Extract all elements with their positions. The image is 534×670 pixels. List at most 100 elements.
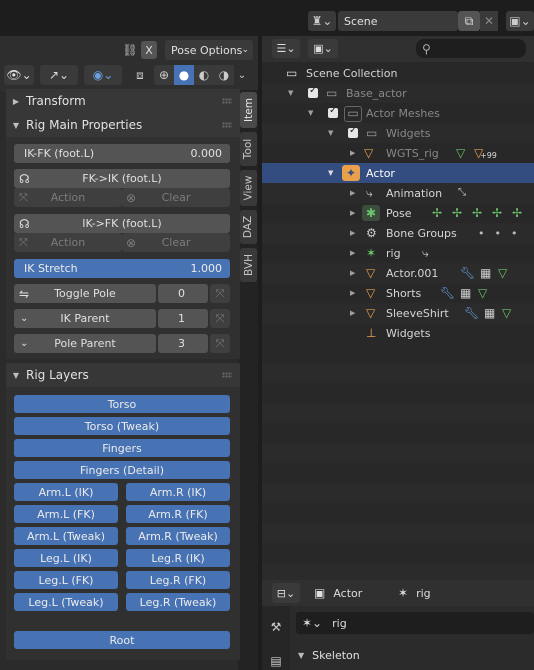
render-icon[interactable]: ▤ — [266, 652, 286, 670]
skeleton-panel-header[interactable]: ▼ Skeleton — [296, 644, 534, 666]
layer-arm-r-fk-button[interactable]: Arm.R (FK) — [126, 505, 230, 523]
layer-leg-l-ik-button[interactable]: Leg.L (IK) — [14, 549, 118, 567]
checkbox-icon[interactable] — [328, 105, 338, 118]
fk-to-ik-action-button[interactable]: ⤧ Action — [14, 188, 122, 207]
layer-label: Arm.R (IK) — [149, 485, 207, 499]
scene-field[interactable]: Scene — [338, 11, 458, 31]
outliner-row-actor-meshes[interactable]: ▼ ▭ Actor Meshes — [262, 103, 534, 123]
overlay-icon[interactable]: ◉⌄ — [84, 65, 122, 85]
fk-to-ik-button[interactable]: ☊ FK->IK (foot.L) — [14, 169, 230, 188]
layer-leg-l-fk-button[interactable]: Leg.L (FK) — [14, 571, 118, 589]
outliner-row-widgets-empty[interactable]: ⊥ Widgets — [262, 323, 534, 343]
layer-arm-l-fk-button[interactable]: Arm.L (FK) — [14, 505, 118, 523]
shading-material-icon[interactable]: ◐ — [194, 65, 214, 85]
close-scene-icon[interactable]: ✕ — [480, 11, 498, 31]
drag-handle-icon[interactable] — [222, 122, 232, 128]
shading-solid-icon[interactable]: ● — [174, 65, 194, 85]
action-label: Action — [50, 236, 86, 249]
shading-wire-icon[interactable]: ⊕ — [154, 65, 174, 85]
layer-leg-r-tweak-button[interactable]: Leg.R (Tweak) — [126, 593, 230, 611]
armature-data-field[interactable]: ✶⌄ rig — [296, 612, 534, 634]
tab-view[interactable]: View — [240, 170, 257, 206]
collapsed-arrow-icon: ▶ — [350, 249, 356, 257]
keyframe-icon: ⤧ — [215, 286, 225, 300]
outliner-row-bone-groups[interactable]: ▶ ⚙ Bone Groups ••• — [262, 223, 534, 243]
layer-arm-r-ik-button[interactable]: Arm.R (IK) — [126, 483, 230, 501]
tab-item[interactable]: Item — [240, 92, 257, 128]
toggle-pole-button[interactable]: ⇋ Toggle Pole — [14, 284, 156, 303]
ik-parent-dropdown[interactable]: ⌄ IK Parent — [14, 309, 156, 328]
outliner-row-sleeveshirt[interactable]: ▶ ▽ SleeveShirt 🔧︎ ▦ ▽ — [262, 303, 534, 323]
keyframe-button[interactable]: ⤧ — [210, 334, 230, 353]
wrench-icon: 🔧︎ — [460, 266, 476, 280]
layer-arm-l-ik-button[interactable]: Arm.L (IK) — [14, 483, 118, 501]
layer-fingers-detail-button[interactable]: Fingers (Detail) — [14, 461, 230, 479]
mirror-x-button[interactable]: X — [141, 41, 157, 59]
outliner-row-wgts-rig[interactable]: ▶ ▽ WGTS_rig ▽ ▽ +99 — [262, 143, 534, 163]
fk-to-ik-clear-button[interactable]: ⊗ Clear — [122, 188, 230, 207]
layer-leg-r-ik-button[interactable]: Leg.R (IK) — [126, 549, 230, 567]
drag-handle-icon[interactable] — [222, 372, 232, 378]
layer-fingers-button[interactable]: Fingers — [14, 439, 230, 457]
outliner-row-rig[interactable]: ▶ ✶ rig ⤷ — [262, 243, 534, 263]
keyframe-button[interactable]: ⤧ — [210, 284, 230, 303]
data-breadcrumb[interactable]: ✶ rig — [398, 583, 478, 603]
copy-scene-icon[interactable]: ⧉ — [458, 11, 480, 31]
tab-bvh[interactable]: BVH — [240, 248, 257, 282]
ik-to-fk-clear-button[interactable]: ⊗ Clear — [122, 233, 230, 252]
outliner-row-scene-collection[interactable]: ▭ Scene Collection — [262, 63, 534, 83]
ik-to-fk-button[interactable]: ☊ IK->FK (foot.L) — [14, 214, 230, 233]
layer-root-button[interactable]: Root — [14, 631, 230, 649]
checkbox-icon[interactable] — [308, 85, 318, 98]
rig-layers-panel-header[interactable]: ▼ Rig Layers — [6, 363, 240, 387]
shading-options-icon[interactable]: ⌄ — [234, 65, 250, 85]
expanded-arrow-icon: ▼ — [12, 370, 20, 380]
toggle-pole-value-field[interactable]: 0 — [158, 284, 208, 303]
xray-icon[interactable]: ⛓ — [121, 41, 139, 59]
ik-parent-value-field[interactable]: 1 — [158, 309, 208, 328]
pose-options-dropdown[interactable]: Pose Options ⌄ — [165, 40, 253, 60]
collection-icon: ▭ — [366, 126, 378, 140]
layer-arm-r-tweak-button[interactable]: Arm.R (Tweak) — [126, 527, 230, 545]
display-mode-icon[interactable]: ☰⌄ — [272, 39, 300, 58]
outliner-row-shorts[interactable]: ▶ ▽ Shorts 🔧︎ ▦ ▽ — [262, 283, 534, 303]
pole-parent-value-field[interactable]: 3 — [158, 334, 208, 353]
layer-torso-button[interactable]: Torso — [14, 395, 230, 413]
editor-type-icon[interactable]: ⊟⌄ — [272, 583, 300, 603]
layer-label: Fingers — [102, 441, 142, 455]
outliner-row-pose[interactable]: ▶ ✱ Pose ✢ ✢ ✢ ✢ ✢ — [262, 203, 534, 223]
xray-toggle-icon[interactable]: ⧈ — [130, 65, 150, 85]
outliner-row-widgets[interactable]: ▼ ▭ Widgets — [262, 123, 534, 143]
more-dots-icon: ••• — [478, 226, 528, 240]
keyframe-button[interactable]: ⤧ — [210, 309, 230, 328]
tab-daz[interactable]: DAZ — [240, 210, 257, 244]
outliner-row-actor-001[interactable]: ▶ ▽ Actor.001 🔧︎ ▦ ▽ — [262, 263, 534, 283]
shading-rendered-icon[interactable]: ◑ — [214, 65, 234, 85]
tool-settings-icon[interactable]: ⚒ — [266, 618, 286, 636]
outliner-row-animation[interactable]: ▶ ⤷ Animation ⤡ — [262, 183, 534, 203]
ik-to-fk-action-button[interactable]: ⤧ Action — [14, 233, 122, 252]
object-breadcrumb[interactable]: ▣ Actor — [314, 583, 384, 603]
layer-arm-l-tweak-button[interactable]: Arm.L (Tweak) — [14, 527, 118, 545]
outliner-row-actor[interactable]: ▼ ✦ Actor — [262, 163, 534, 183]
transform-panel-header[interactable]: ▶ Transform — [6, 89, 240, 113]
scene-type-icon[interactable]: ♜⌄ — [308, 11, 336, 31]
view-layer-icon[interactable]: ▣⌄ — [506, 11, 534, 31]
toggle-pole-value: 0 — [178, 287, 185, 300]
pose-mode-icon[interactable]: 👁⌄ — [4, 65, 34, 85]
layer-leg-l-tweak-button[interactable]: Leg.L (Tweak) — [14, 593, 118, 611]
drag-handle-icon[interactable] — [222, 98, 232, 104]
tab-tool[interactable]: Tool — [240, 132, 257, 166]
ikfk-slider[interactable]: IK-FK (foot.L) 0.000 — [14, 144, 230, 163]
pole-parent-dropdown[interactable]: ⌄ Pole Parent — [14, 334, 156, 353]
outliner-search-input[interactable]: ⚲ — [416, 39, 526, 58]
layer-torso-tweak-button[interactable]: Torso (Tweak) — [14, 417, 230, 435]
transform-pivot-icon[interactable]: ↗⌄ — [40, 65, 78, 85]
rig-main-panel-header[interactable]: ▼ Rig Main Properties — [6, 113, 240, 137]
ik-stretch-slider[interactable]: IK Stretch 1.000 — [14, 259, 230, 278]
checkbox-icon[interactable] — [348, 125, 358, 138]
filter-icon[interactable]: ▣⌄ — [308, 39, 338, 58]
collapsed-arrow-icon: ▶ — [350, 309, 356, 317]
layer-leg-r-fk-button[interactable]: Leg.R (FK) — [126, 571, 230, 589]
outliner-row-base-actor[interactable]: ▼ ▭ Base_actor — [262, 83, 534, 103]
